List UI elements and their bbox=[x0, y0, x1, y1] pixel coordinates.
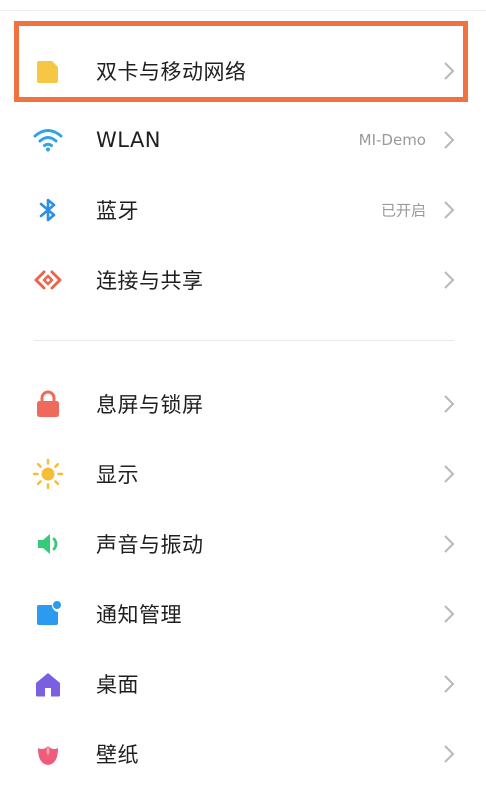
chevron-right-icon bbox=[442, 463, 456, 485]
settings-item-wallpaper[interactable]: 壁纸 bbox=[0, 719, 486, 789]
wifi-icon bbox=[30, 122, 66, 158]
chevron-right-icon bbox=[442, 129, 456, 151]
settings-item-home-screen[interactable]: 桌面 bbox=[0, 649, 486, 719]
settings-item-lock-screen[interactable]: 息屏与锁屏 bbox=[0, 369, 486, 439]
settings-item-connection-sharing[interactable]: 连接与共享 bbox=[0, 245, 486, 315]
home-icon bbox=[30, 666, 66, 702]
connection-share-icon bbox=[30, 262, 66, 298]
chevron-right-icon bbox=[442, 533, 456, 555]
settings-item-label: 蓝牙 bbox=[96, 199, 139, 223]
settings-item-wlan[interactable]: WLAN MI-Demo bbox=[0, 105, 486, 175]
notification-icon bbox=[30, 596, 66, 632]
settings-item-label: 通知管理 bbox=[96, 603, 182, 627]
settings-item-label: 显示 bbox=[96, 463, 139, 487]
settings-item-sound-vibration[interactable]: 声音与振动 bbox=[0, 509, 486, 579]
wallpaper-flower-icon bbox=[30, 736, 66, 772]
chevron-right-icon bbox=[442, 743, 456, 765]
settings-item-value: MI-Demo bbox=[358, 131, 426, 149]
chevron-right-icon bbox=[442, 269, 456, 291]
settings-item-label: 桌面 bbox=[96, 673, 139, 697]
speaker-icon bbox=[30, 526, 66, 562]
chevron-right-icon bbox=[442, 393, 456, 415]
bluetooth-icon bbox=[30, 192, 66, 228]
sun-icon bbox=[30, 456, 66, 492]
settings-item-label: WLAN bbox=[96, 128, 162, 152]
settings-item-label: 息屏与锁屏 bbox=[96, 393, 204, 417]
settings-item-bluetooth[interactable]: 蓝牙 已开启 bbox=[0, 175, 486, 245]
top-divider bbox=[0, 0, 486, 11]
lock-icon bbox=[30, 386, 66, 422]
chevron-right-icon bbox=[442, 199, 456, 221]
settings-item-label: 声音与振动 bbox=[96, 533, 204, 557]
settings-item-value: 已开启 bbox=[380, 201, 426, 220]
settings-item-label: 连接与共享 bbox=[96, 269, 204, 293]
highlight-frame bbox=[14, 21, 468, 102]
chevron-right-icon bbox=[442, 603, 456, 625]
settings-item-label: 壁纸 bbox=[96, 743, 139, 767]
settings-item-display[interactable]: 显示 bbox=[0, 439, 486, 509]
section-divider bbox=[34, 340, 454, 341]
chevron-right-icon bbox=[442, 673, 456, 695]
settings-item-notification-management[interactable]: 通知管理 bbox=[0, 579, 486, 649]
